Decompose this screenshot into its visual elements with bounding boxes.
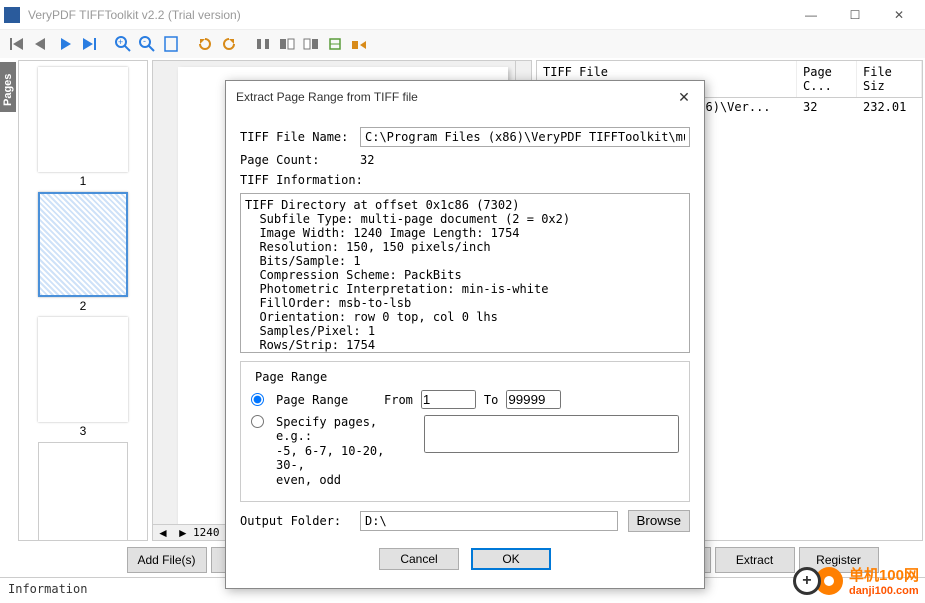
tool-3-icon[interactable] [300,33,322,55]
filename-field[interactable] [360,127,690,147]
watermark-logo-icon: + [793,567,843,595]
dialog-titlebar: Extract Page Range from TIFF file ✕ [226,81,704,113]
specify-pages-field[interactable] [424,415,679,453]
page-range-fieldset: Page Range Page Range From To Specify pa… [240,361,690,502]
zoom-in-icon[interactable]: + [112,33,134,55]
app-icon [4,7,20,23]
dialog-title: Extract Page Range from TIFF file [236,90,674,104]
status-label: Information [8,582,87,596]
scroll-left-icon[interactable]: ◄ [153,526,173,540]
output-folder-label: Output Folder: [240,514,350,528]
thumbnail-2[interactable]: 2 [33,192,133,313]
next-page-icon[interactable] [54,33,76,55]
rotate-right-icon[interactable] [218,33,240,55]
col-page-count[interactable]: Page C... [797,61,857,97]
extract-dialog: Extract Page Range from TIFF file ✕ TIFF… [225,80,705,589]
thumbnail-4[interactable] [33,442,133,541]
specify-pages-radio[interactable] [251,415,264,428]
svg-text:+: + [118,37,123,47]
toolbar: + - [0,30,925,58]
page-range-label: Page Range [276,393,376,407]
to-label: To [484,393,498,407]
tiff-info-box[interactable]: TIFF Directory at offset 0x1c86 (7302) S… [240,193,690,353]
from-field[interactable] [421,390,476,409]
pagecount-value: 32 [360,153,374,167]
col-file-size[interactable]: File Siz [857,61,922,97]
close-button[interactable]: ✕ [877,0,921,30]
preview-info: 1240 [193,526,220,539]
watermark-text-1: 单机100网 [849,564,919,585]
tool-2-icon[interactable] [276,33,298,55]
svg-text:-: - [143,36,146,46]
output-folder-field[interactable] [360,511,618,531]
window-title: VeryPDF TIFFToolkit v2.2 (Trial version) [28,8,789,22]
rotate-left-icon[interactable] [194,33,216,55]
scroll-right-icon[interactable]: ► [173,526,193,540]
tool-1-icon[interactable] [252,33,274,55]
page-range-legend: Page Range [251,370,331,384]
thumbnail-3[interactable]: 3 [33,317,133,438]
filename-label: TIFF File Name: [240,130,350,144]
tool-4-icon[interactable] [324,33,346,55]
first-page-icon[interactable] [6,33,28,55]
thumbnail-panel: 1 2 3 [18,60,148,541]
specify-pages-label: Specify pages, e.g.: -5, 6-7, 10-20, 30-… [276,415,416,487]
minimize-button[interactable]: — [789,0,833,30]
to-field[interactable] [506,390,561,409]
window-titlebar: VeryPDF TIFFToolkit v2.2 (Trial version)… [0,0,925,30]
maximize-button[interactable]: ☐ [833,0,877,30]
page-range-radio[interactable] [251,393,264,406]
cancel-button[interactable]: Cancel [379,548,459,570]
fit-page-icon[interactable] [160,33,182,55]
tiff-info-label: TIFF Information: [240,173,363,187]
browse-button[interactable]: Browse [628,510,690,532]
ok-button[interactable]: OK [471,548,551,570]
thumbnail-1[interactable]: 1 [33,67,133,188]
zoom-out-icon[interactable]: - [136,33,158,55]
last-page-icon[interactable] [78,33,100,55]
watermark: + 单机100网 danji100.com [793,564,919,597]
from-label: From [384,393,413,407]
add-files-button[interactable]: Add File(s) [127,547,207,573]
extract-button[interactable]: Extract [715,547,795,573]
prev-page-icon[interactable] [30,33,52,55]
tool-5-icon[interactable] [348,33,370,55]
watermark-text-2: danji100.com [849,585,919,597]
pages-tab[interactable]: Pages [0,62,16,112]
dialog-close-button[interactable]: ✕ [674,87,694,107]
pagecount-label: Page Count: [240,153,350,167]
